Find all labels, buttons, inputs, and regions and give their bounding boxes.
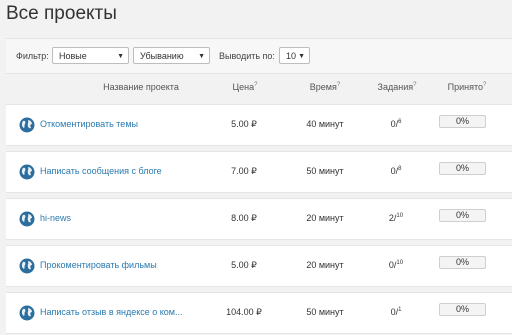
tasks-cell: 0/1: [390, 307, 402, 317]
globe-icon: [19, 211, 35, 227]
globe-icon: [19, 258, 35, 274]
globe-icon: [19, 305, 35, 321]
table-row: Написать сообщения с блоге 7.00 ₽ 50 мин…: [6, 151, 512, 193]
price-cell: 104.00 ₽: [226, 307, 262, 317]
tasks-cell: 0/8: [390, 166, 402, 176]
help-icon[interactable]: ?: [483, 82, 486, 88]
per-page-select-value: 10: [286, 51, 297, 61]
project-link[interactable]: Написать сообщения с блоге: [40, 166, 162, 176]
per-page-select[interactable]: 10 ▼: [279, 47, 310, 64]
help-icon[interactable]: ?: [413, 82, 416, 88]
header-name[interactable]: Название проекта: [96, 82, 186, 92]
header-price[interactable]: Цена?: [225, 82, 265, 92]
accepted-progress: 0%: [439, 115, 486, 128]
help-icon[interactable]: ?: [254, 82, 257, 88]
tasks-cell: 2/10: [388, 213, 404, 223]
price-cell: 5.00 ₽: [231, 119, 257, 129]
time-cell: 20 минут: [306, 213, 344, 223]
price-cell: 8.00 ₽: [231, 213, 257, 223]
globe-icon: [19, 164, 35, 180]
accepted-progress: 0%: [439, 162, 486, 175]
tasks-cell: 0/10: [388, 260, 404, 270]
filter-select[interactable]: Новые ▼: [52, 47, 129, 64]
accepted-progress: 0%: [439, 209, 486, 222]
header-time[interactable]: Время?: [300, 82, 350, 92]
time-cell: 50 минут: [306, 166, 344, 176]
filter-label: Фильтр:: [16, 51, 49, 61]
project-link[interactable]: Прокоментировать фильмы: [40, 260, 157, 270]
header-accepted[interactable]: Принято?: [440, 82, 494, 92]
caret-down-icon: ▼: [117, 53, 124, 60]
price-cell: 5.00 ₽: [231, 260, 257, 270]
help-icon[interactable]: ?: [337, 82, 340, 88]
table-header: Название проекта Цена? Время? Задания? П…: [0, 82, 512, 96]
time-cell: 40 минут: [306, 119, 344, 129]
caret-down-icon: ▼: [198, 53, 205, 60]
time-cell: 50 минут: [306, 307, 344, 317]
table-row: hi-news 8.00 ₽ 20 минут 2/10 0%: [6, 198, 512, 240]
filter-bar: Фильтр: Новые ▼ Убыванию ▼ Выводить по: …: [6, 38, 512, 74]
price-cell: 7.00 ₽: [231, 166, 257, 176]
project-link[interactable]: Откоментировать темы: [40, 119, 138, 129]
caret-down-icon: ▼: [298, 53, 305, 60]
time-cell: 20 минут: [306, 260, 344, 270]
project-link[interactable]: hi-news: [40, 213, 71, 223]
accepted-progress: 0%: [439, 303, 486, 316]
accepted-progress: 0%: [439, 256, 486, 269]
project-link[interactable]: Написать отзыв в яндексе о ком...: [40, 307, 183, 317]
order-select[interactable]: Убыванию ▼: [133, 47, 210, 64]
tasks-cell: 0/6: [390, 119, 402, 129]
table-row: Откоментировать темы 5.00 ₽ 40 минут 0/6…: [6, 104, 512, 146]
page-title: Все проекты: [6, 3, 117, 24]
order-select-value: Убыванию: [140, 51, 184, 61]
per-page-label: Выводить по:: [219, 51, 275, 61]
table-row: Прокоментировать фильмы 5.00 ₽ 20 минут …: [6, 245, 512, 287]
globe-icon: [19, 117, 35, 133]
table-row: Написать отзыв в яндексе о ком... 104.00…: [6, 292, 512, 334]
filter-select-value: Новые: [59, 51, 87, 61]
header-tasks[interactable]: Задания?: [370, 82, 424, 92]
